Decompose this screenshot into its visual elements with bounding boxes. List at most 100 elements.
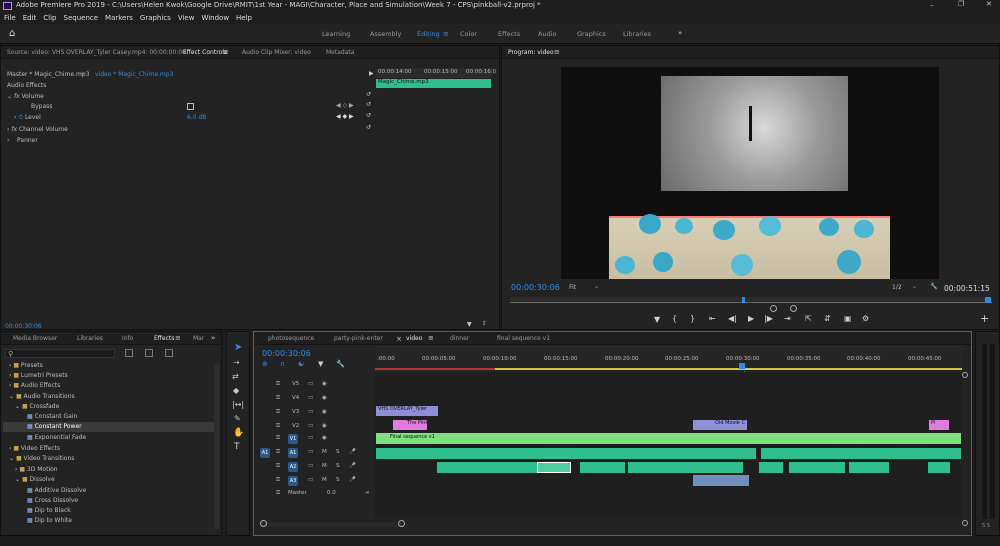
clip-vhs-overlay[interactable]: VHS OVERLAY_Tyler [376,406,438,416]
keyframe-nav[interactable]: ◀ ◇ ▶ [336,102,354,109]
fit-dropdown[interactable]: Fit [569,284,576,291]
audio-clip-a1[interactable] [376,448,756,459]
scroll-handle-icon[interactable] [962,520,968,526]
menu-window[interactable]: Window [201,14,229,22]
audio-clip-a3[interactable] [693,475,749,486]
sequence-clip-label[interactable]: video * Magic_Chime.mp3 [95,71,173,78]
keyframe-nav[interactable]: ◀ ◆ ▶ [336,113,354,120]
audio-clip-a2[interactable] [849,462,889,473]
lock-icon[interactable]: ⚿ [276,435,280,442]
playhead-icon[interactable] [739,363,745,369]
lock-icon[interactable]: ⚿ [276,463,280,470]
wrench-icon[interactable]: 🔧 [930,283,937,290]
stopwatch-icon[interactable]: ⏱ [18,114,23,121]
add-button-icon[interactable]: + [980,312,989,325]
panner-row[interactable]: › Panner [7,137,38,144]
ripple-edit-tool-icon[interactable]: ⇄ [232,372,239,381]
track-target-a2[interactable]: A2 [288,462,298,472]
mute-icon[interactable]: M [322,477,327,483]
tree-item[interactable]: ▦ Constant Power [27,423,82,430]
sync-icon[interactable]: ▭ [308,409,313,415]
workspace-audio[interactable]: Audio [538,30,556,38]
menu-edit[interactable]: Edit [23,14,37,22]
clip-old-movie[interactable]: Old Movie C [693,420,747,430]
slip-tool-icon[interactable]: |↔| [232,400,244,409]
tree-item[interactable]: ⌄ ■ Video Transitions [9,455,74,462]
workspace-assembly[interactable]: Assembly [370,30,401,38]
bypass-checkbox[interactable] [187,103,194,110]
close-icon[interactable]: ✕ [986,0,992,8]
camera-icon[interactable]: ▣ [844,314,852,323]
menu-clip[interactable]: Clip [43,14,56,22]
tab-audio-clip-mixer[interactable]: Audio Clip Mixer: video [242,49,311,56]
tab-markers[interactable]: Mar [193,335,204,342]
menu-help[interactable]: Help [236,14,252,22]
clip-final-sequence[interactable]: Final sequence v1 [376,433,961,444]
ec-ruler[interactable]: 00:00:14:00 00:00:15:00 00:00:16:0 [376,68,496,78]
overwrite-icon[interactable]: ⇵ [824,314,831,323]
timeline-timecode[interactable]: 00:00:30:06 [262,349,311,358]
workspace-graphics[interactable]: Graphics [577,30,606,38]
sync-icon[interactable]: ▭ [308,423,313,429]
play-only-icon[interactable]: ▶ [369,70,374,77]
mark-out-icon[interactable]: } [690,314,695,323]
step-forward-icon[interactable]: |▶ [764,314,773,323]
add-marker-icon[interactable]: ▼ [654,315,660,324]
marker-icon[interactable]: ▼ [318,360,323,368]
selection-tool-icon[interactable]: ➤ [234,342,242,353]
mark-in-icon[interactable]: { [672,314,677,323]
program-scrub-bar[interactable] [510,297,992,303]
reset-icon[interactable]: ↺ [366,91,371,98]
zoom-handle-icon[interactable] [790,305,797,312]
settings-icon[interactable]: ⚙ [862,314,869,323]
eye-icon[interactable]: ◉ [322,423,327,429]
clip-the-pink[interactable]: The Pink [393,420,427,430]
solo-icon[interactable]: S [336,463,340,469]
lock-icon[interactable]: ⚿ [276,477,280,484]
eye-icon[interactable]: ◉ [322,381,327,387]
mic-icon[interactable]: 🎤 [349,449,356,455]
volume-row[interactable]: ⌄ fx Volume [7,93,44,100]
reset-icon[interactable]: ↺ [366,124,371,131]
tab-effects[interactable]: Effects [154,335,174,342]
solo-icon[interactable]: S [336,477,340,483]
insert-icon[interactable]: ⇱ [805,314,812,323]
channel-volume-row[interactable]: › fx Channel Volume [7,126,68,133]
level-row[interactable]: › ⏱ Level [14,114,41,122]
tree-item[interactable]: ▦ Constant Gain [27,413,77,420]
chevron-down-icon[interactable]: ⌄ [594,283,599,290]
tree-item[interactable]: › ■ Audio Effects [9,382,60,389]
solo-meter-label[interactable]: S S [982,523,990,529]
menu-view[interactable]: View [178,14,195,22]
reset-icon[interactable]: ↺ [366,101,371,108]
audio-clip-a2[interactable] [437,462,537,473]
audio-clip-a2[interactable] [789,462,845,473]
close-tab-icon[interactable]: × [396,335,402,343]
menu-markers[interactable]: Markers [105,14,133,22]
workspace-learning[interactable]: Learning [322,30,350,38]
program-video-frame[interactable] [561,67,939,279]
playhead-icon[interactable] [742,297,745,303]
tab-source[interactable]: Source: video: VHS OVERLAY_Tyler Casey.m… [7,49,186,56]
master-clip-label[interactable]: Master * Magic_Chime.mp3 [7,71,90,78]
more-workspaces-icon[interactable]: » [678,29,682,37]
tree-item[interactable]: › ■ 3D Motion [15,466,58,473]
tab-effect-controls[interactable]: Effect Controls [183,49,227,56]
sync-icon[interactable]: ▭ [308,435,313,441]
tab-media-browser[interactable]: Media Browser [13,335,57,342]
mute-icon[interactable]: M [322,449,327,455]
eye-icon[interactable]: ◉ [322,395,327,401]
audio-clip-a2[interactable] [580,462,625,473]
play-icon[interactable]: ▶ [748,314,754,323]
yuv-filter-icon[interactable] [165,349,173,357]
sync-icon[interactable]: ▭ [308,381,313,387]
go-to-out-icon[interactable]: ⇥ [784,314,791,323]
out-point-icon[interactable] [985,297,991,303]
tab-sequence[interactable]: photosequence [268,335,314,342]
audio-clip-a2[interactable] [759,462,783,473]
timeline-ruler[interactable]: :00:00 00:00:05:00 00:00:10:00 00:00:15:… [375,346,962,371]
menu-graphics[interactable]: Graphics [140,14,171,22]
go-to-in-icon[interactable]: ⇤ [709,314,716,323]
sync-icon[interactable]: ▭ [308,449,313,455]
tree-item[interactable]: ▦ Cross Dissolve [27,497,78,504]
